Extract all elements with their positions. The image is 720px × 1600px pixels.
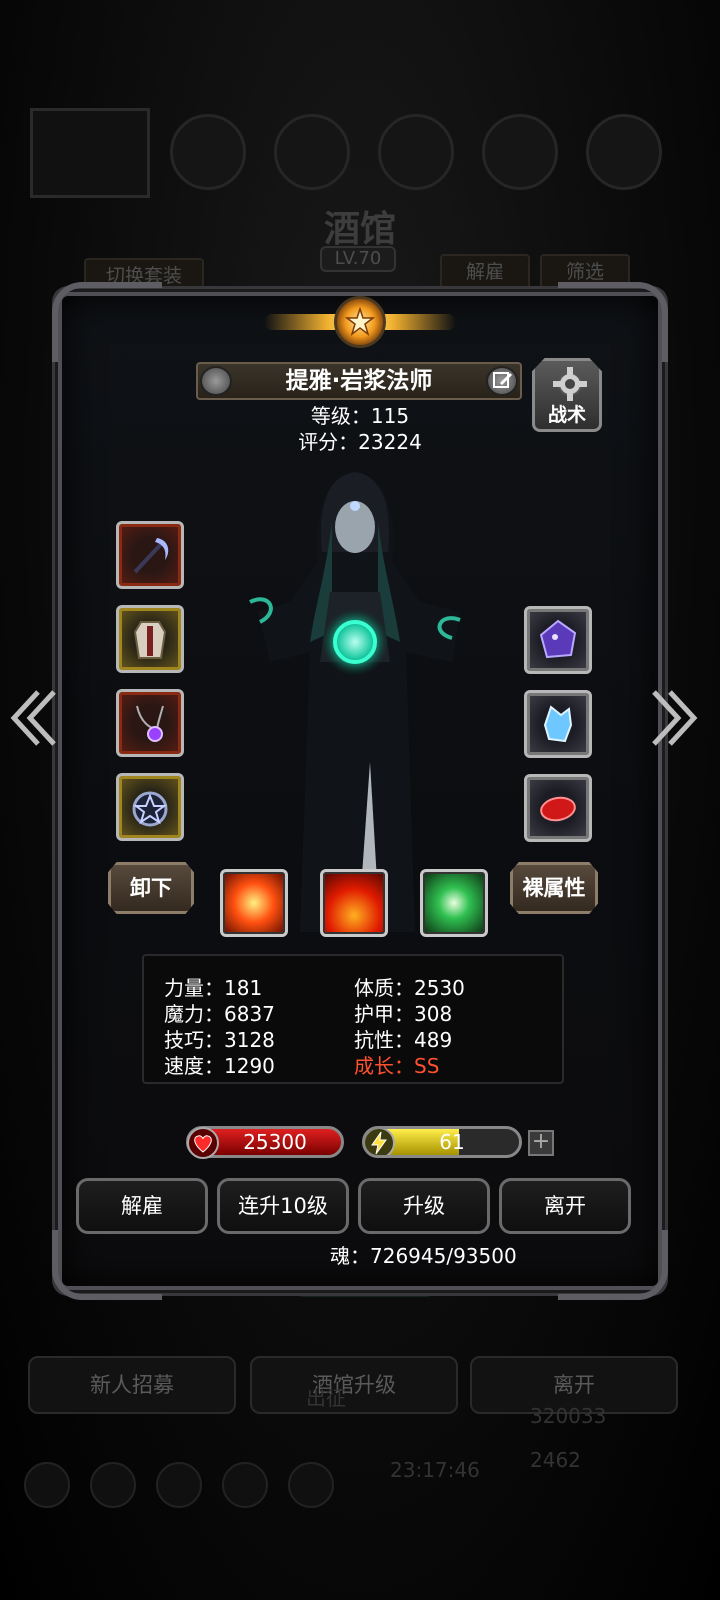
expedition-label: 出征 — [306, 1386, 346, 1410]
armor-slot[interactable] — [116, 605, 184, 673]
fire-skill-icon[interactable] — [320, 869, 388, 937]
tavern-upgrade-button: 酒馆升级 — [250, 1356, 458, 1414]
naked-attributes-button[interactable]: 裸属性 — [510, 862, 598, 914]
stat-strength: 力量：181 — [164, 976, 263, 1000]
crystal-icon — [543, 705, 573, 743]
stone-slot[interactable] — [524, 774, 592, 842]
level-up-10-button[interactable]: 连升10级 — [217, 1178, 349, 1234]
frame-ornament — [52, 1230, 162, 1300]
level-up-button[interactable]: 升级 — [358, 1178, 490, 1234]
clock: 23:17:46 — [390, 1458, 480, 1482]
stat-speed: 速度：1290 — [164, 1054, 275, 1078]
pentagram-medal-icon — [132, 791, 168, 827]
stat-magic: 魔力：6837 — [164, 1002, 275, 1026]
menu-circle-icon — [274, 114, 350, 190]
stat-skill: 技巧：3128 — [164, 1028, 275, 1052]
hero-class-icon — [200, 366, 232, 396]
heart-icon — [187, 1127, 219, 1159]
stat-resistance: 抗性：489 — [354, 1028, 453, 1052]
hp-value: 25300 — [243, 1130, 307, 1154]
stat-armor: 护甲：308 — [354, 1002, 453, 1026]
top-icon-row — [20, 108, 700, 198]
tavern-level: LV.70 — [320, 246, 396, 272]
player-portrait — [30, 108, 150, 198]
hero-name: 提雅·岩浆法师 — [285, 368, 433, 394]
rename-edit-icon[interactable] — [486, 366, 518, 396]
explosion-skill-icon[interactable] — [220, 869, 288, 937]
green-flame-skill-icon[interactable] — [420, 869, 488, 937]
stat-growth: 成长：SS — [354, 1054, 440, 1078]
leave-button[interactable]: 离开 — [499, 1178, 631, 1234]
hp-bar: 25300 — [186, 1126, 344, 1159]
energy-bar: 61 — [362, 1126, 522, 1158]
armor-icon — [133, 621, 167, 659]
hero-name-bar: 提雅·岩浆法师 — [196, 362, 522, 400]
amulet-icon — [136, 705, 164, 742]
tavern-title: 酒馆 — [323, 208, 396, 250]
hero-level: 等级：115 — [310, 404, 410, 428]
bottom-menu-icon — [288, 1462, 334, 1508]
necklace-slot[interactable] — [116, 689, 184, 757]
stats-panel: 力量：181 魔力：6837 技巧：3128 速度：1290 体质：2530 护… — [142, 954, 564, 1084]
bottom-menu-icon — [90, 1462, 136, 1508]
bottom-menu-icon — [222, 1462, 268, 1508]
add-energy-button[interactable]: + — [528, 1130, 554, 1156]
scythe-icon — [133, 538, 169, 574]
lightning-icon — [365, 1129, 395, 1155]
rank-emblem-icon — [264, 290, 456, 356]
purple-gem-icon — [539, 619, 577, 659]
bottom-menu-icon — [156, 1462, 202, 1508]
gem-amount: 2462 — [530, 1448, 581, 1472]
frame-ornament — [558, 1230, 668, 1300]
soul-counter: 魂：726945/93500 — [330, 1244, 517, 1268]
unequip-button[interactable]: 卸下 — [108, 862, 194, 914]
gear-icon — [553, 367, 587, 401]
next-hero-arrow-icon[interactable] — [648, 688, 700, 748]
recruit-button: 新人招募 — [28, 1356, 236, 1414]
menu-circle-icon — [482, 114, 558, 190]
crystal-slot[interactable] — [524, 690, 592, 758]
dismiss-button[interactable]: 解雇 — [76, 1178, 208, 1234]
frame-ornament — [52, 282, 162, 362]
gem-slot[interactable] — [524, 606, 592, 674]
stat-constitution: 体质：2530 — [354, 976, 465, 1000]
weapon-slot[interactable] — [116, 521, 184, 589]
menu-circle-icon — [586, 114, 662, 190]
previous-hero-arrow-icon[interactable] — [8, 688, 60, 748]
hero-score: 评分：23224 — [298, 430, 422, 454]
red-stone-icon — [540, 796, 576, 822]
bottom-menu-icon — [24, 1462, 70, 1508]
menu-circle-icon — [170, 114, 246, 190]
gold-amount: 320033 — [530, 1404, 607, 1428]
medal-slot[interactable] — [116, 773, 184, 841]
frame-ornament — [558, 282, 668, 362]
bg-dismiss-button: 解雇 — [440, 254, 530, 290]
menu-circle-icon — [378, 114, 454, 190]
energy-value: 61 — [439, 1130, 465, 1154]
